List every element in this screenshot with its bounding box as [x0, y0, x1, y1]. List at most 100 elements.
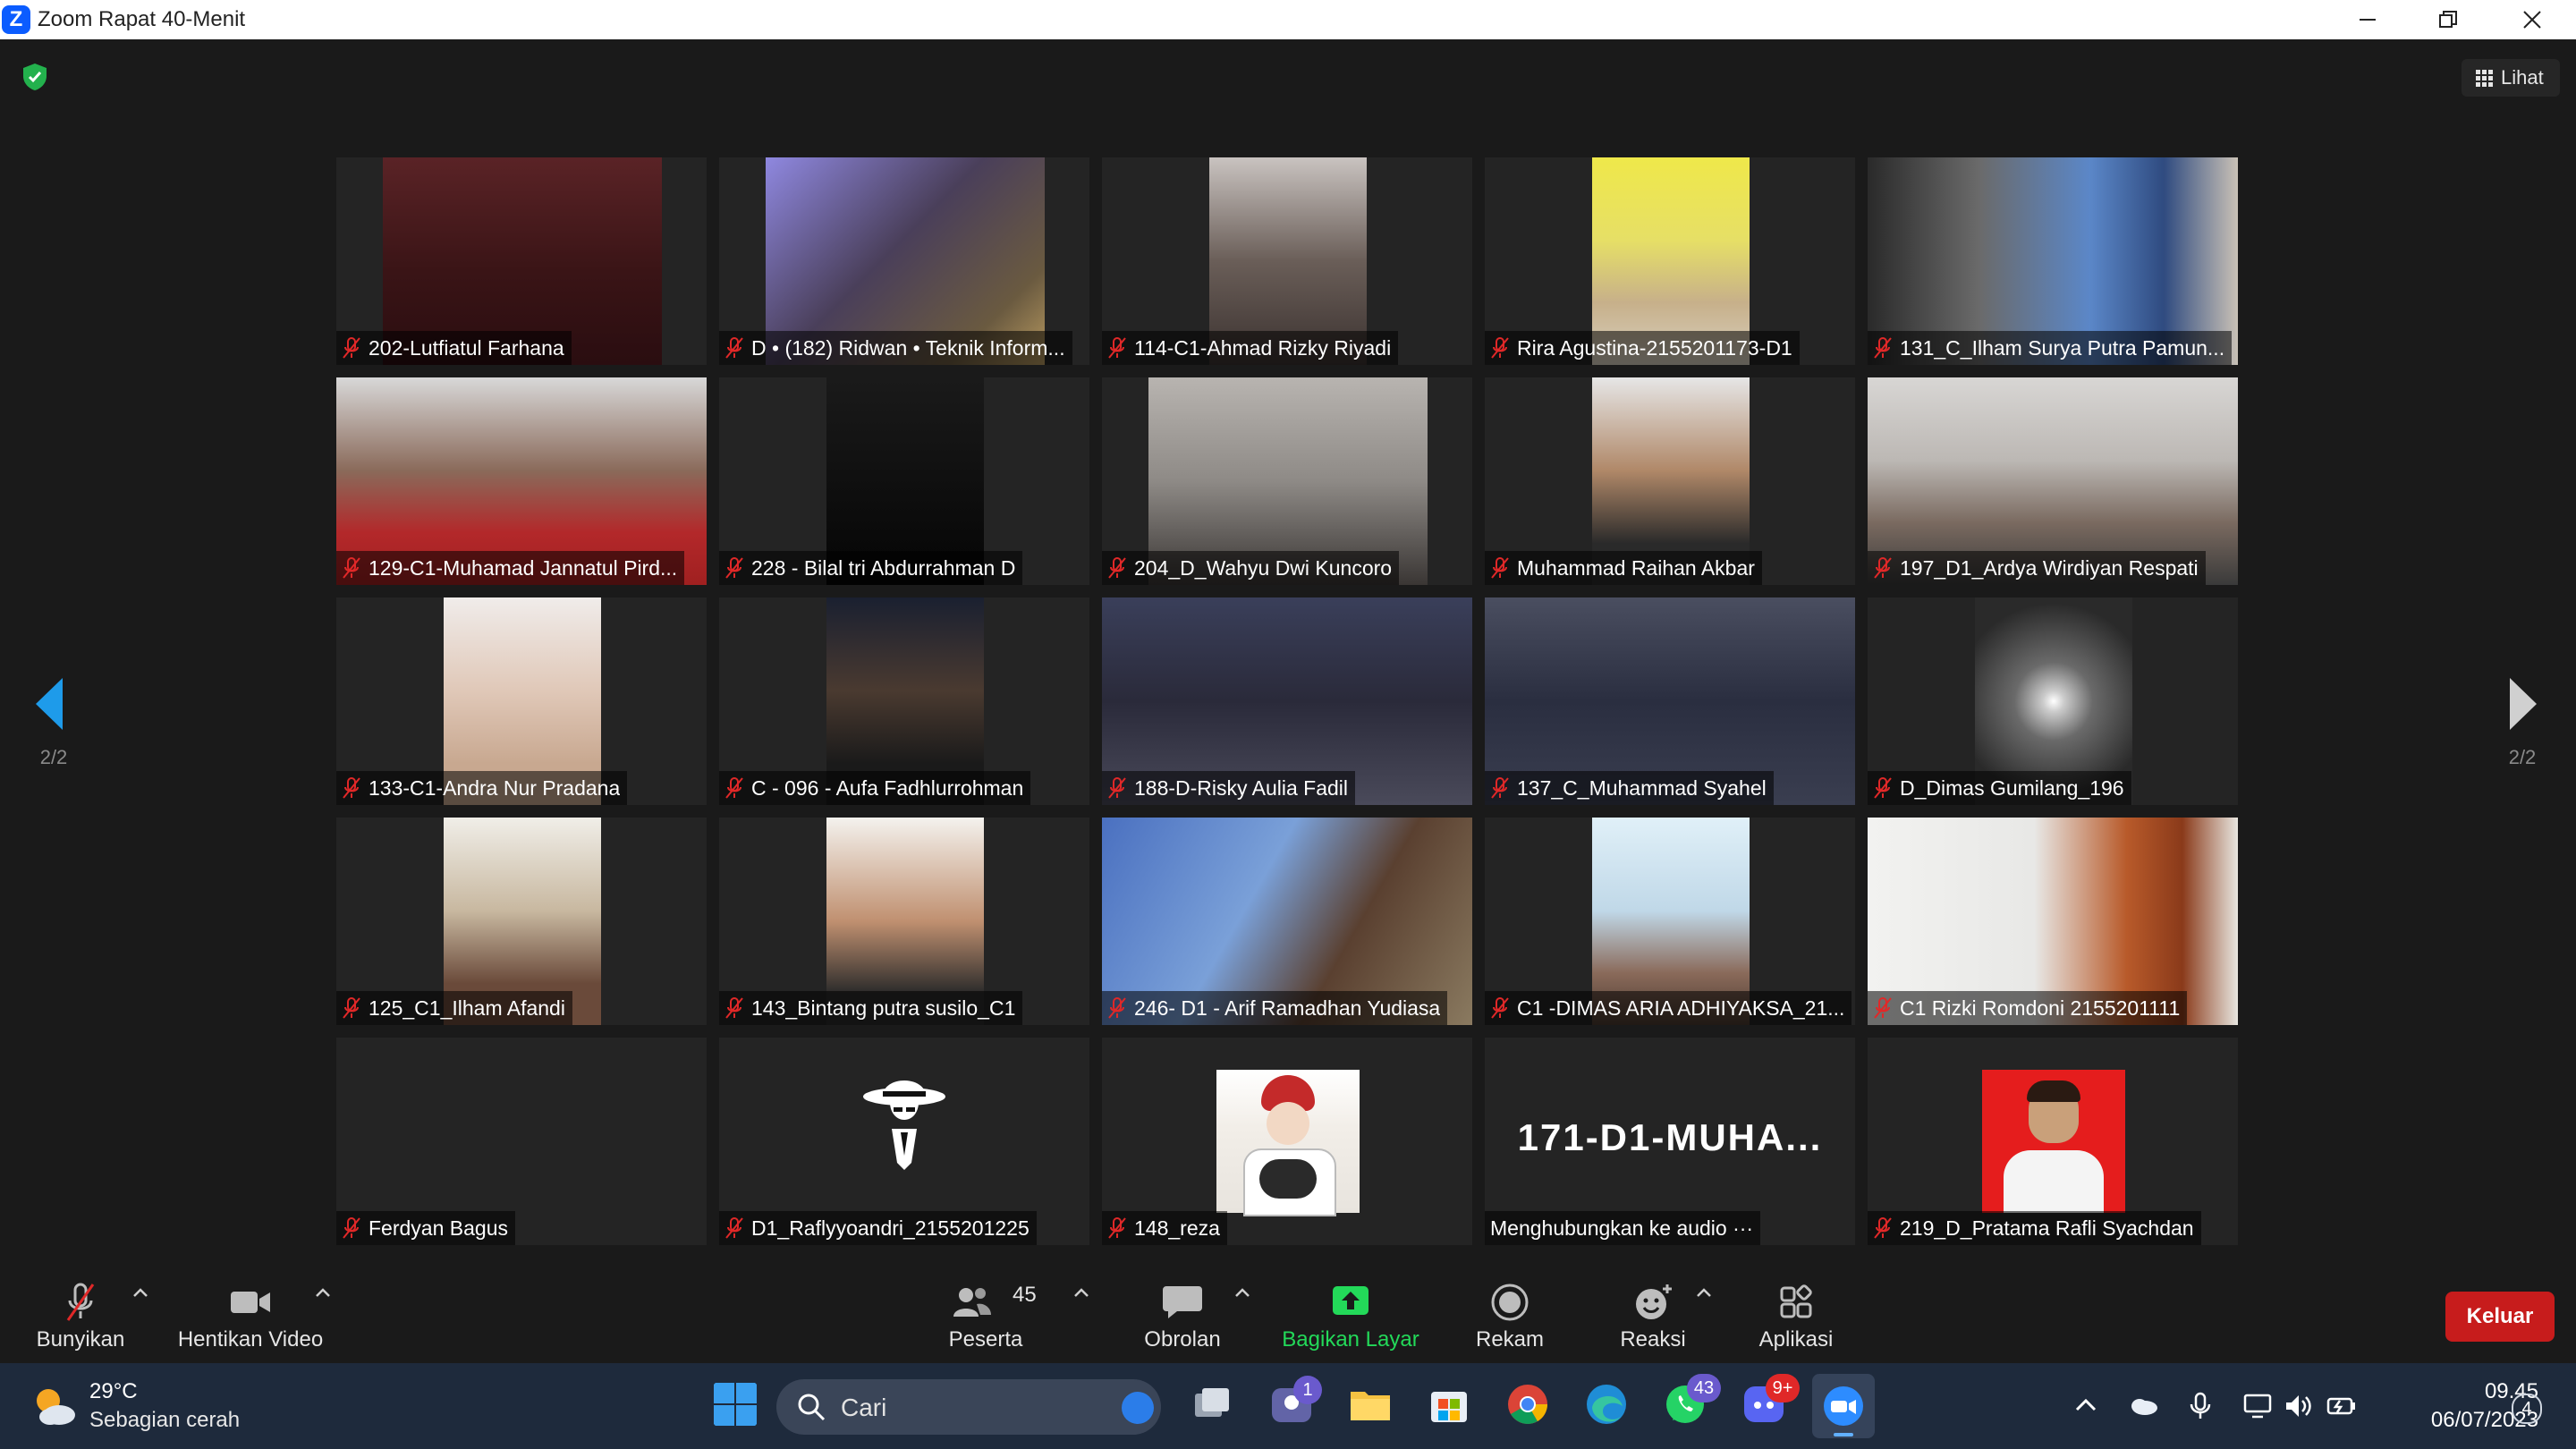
- participant-tile[interactable]: 148_reza: [1102, 1038, 1472, 1245]
- participant-name-bar: D_Dimas Gumilang_196: [1868, 771, 2131, 805]
- participant-name-bar: C1 Rizki Romdoni 2155201111: [1868, 991, 2188, 1025]
- participant-tile[interactable]: 171-D1-MUHA... Menghubungkan ke audio ··…: [1485, 1038, 1855, 1245]
- participant-tile[interactable]: D_Dimas Gumilang_196: [1868, 597, 2238, 805]
- share-screen-label: Bagikan Layar: [1282, 1327, 1419, 1352]
- participants-button[interactable]: 45 Peserta: [930, 1270, 1041, 1363]
- participant-tile[interactable]: D • (182) Ridwan • Teknik Inform...: [719, 157, 1089, 365]
- participant-name-bar: 188-D-Risky Aulia Fadil: [1102, 771, 1356, 805]
- edge-icon[interactable]: [1583, 1381, 1630, 1428]
- encryption-shield-icon[interactable]: [21, 63, 48, 91]
- participant-tile[interactable]: D1_Raflyyoandri_2155201225: [719, 1038, 1089, 1245]
- reactions-label: Reaksi: [1620, 1327, 1686, 1352]
- record-button[interactable]: Rekam: [1458, 1270, 1562, 1363]
- chevron-up-icon: [1235, 1288, 1250, 1297]
- video-options-caret[interactable]: [309, 1270, 336, 1363]
- participant-tile[interactable]: 188-D-Risky Aulia Fadil: [1102, 597, 1472, 805]
- participant-tile[interactable]: 228 - Bilal tri Abdurrahman D: [719, 377, 1089, 585]
- leave-button[interactable]: Keluar: [2445, 1292, 2555, 1342]
- zoom-taskbar-active[interactable]: [1812, 1374, 1875, 1438]
- discord-badge: 9+: [1766, 1374, 1800, 1402]
- chevron-up-icon[interactable]: [2070, 1390, 2102, 1422]
- participant-tile[interactable]: Ferdyan Bagus: [336, 1038, 707, 1245]
- muted-mic-icon: [1874, 777, 1892, 799]
- participant-name: C1 -DIMAS ARIA ADHIYAKSA_21...: [1517, 996, 1845, 1020]
- partly-sunny-icon[interactable]: [29, 1381, 79, 1431]
- participant-name-bar: 125_C1_Ilham Afandi: [336, 991, 572, 1025]
- participant-tile[interactable]: Muhammad Raihan Akbar: [1485, 377, 1855, 585]
- share-screen-button[interactable]: Bagikan Layar: [1268, 1270, 1433, 1363]
- chat-label: Obrolan: [1144, 1327, 1221, 1352]
- participant-name-bar: 143_Bintang putra susilo_C1: [719, 991, 1023, 1025]
- participant-name: Ferdyan Bagus: [369, 1216, 508, 1240]
- apps-button[interactable]: Aplikasi: [1741, 1270, 1852, 1363]
- meeting-toolbar: Bunyikan Hentikan Video 45 Peserta Obrol…: [0, 1270, 2576, 1363]
- participant-name-bar: Menghubungkan ke audio ···: [1485, 1211, 1761, 1245]
- participant-tile[interactable]: 129-C1-Muhamad Jannatul Pird...: [336, 377, 707, 585]
- muted-mic-icon: [1108, 997, 1126, 1019]
- stop-video-button[interactable]: Hentikan Video: [170, 1270, 331, 1363]
- participant-tile[interactable]: 131_C_Ilham Surya Putra Pamun...: [1868, 157, 2238, 365]
- apps-icon: [1780, 1284, 1812, 1318]
- participants-options-caret[interactable]: [1068, 1270, 1095, 1363]
- chat-button[interactable]: Obrolan: [1129, 1270, 1236, 1363]
- previous-page-arrow-icon[interactable]: [32, 673, 68, 735]
- participant-tile[interactable]: 219_D_Pratama Rafli Syachdan: [1868, 1038, 2238, 1245]
- participant-name-bar: 133-C1-Andra Nur Pradana: [336, 771, 628, 805]
- participant-tile[interactable]: 202-Lutfiatul Farhana: [336, 157, 707, 365]
- muted-mic-icon: [343, 557, 360, 579]
- view-button-label: Lihat: [2501, 66, 2544, 89]
- participant-tile[interactable]: C1 Rizki Romdoni 2155201111: [1868, 818, 2238, 1025]
- muted-mic-icon: [1108, 337, 1126, 359]
- minimize-button[interactable]: [2327, 0, 2408, 39]
- participant-tile[interactable]: 197_D1_Ardya Wirdiyan Respati: [1868, 377, 2238, 585]
- microphone-icon[interactable]: [2184, 1390, 2216, 1422]
- windows-start-icon[interactable]: [712, 1381, 758, 1428]
- next-page-arrow-icon[interactable]: [2504, 673, 2540, 735]
- participants-count: 45: [1013, 1283, 1037, 1307]
- chrome-icon[interactable]: [1504, 1381, 1551, 1428]
- participant-tile[interactable]: Rira Agustina-2155201173-D1: [1485, 157, 1855, 365]
- unmute-button[interactable]: Bunyikan: [18, 1270, 143, 1363]
- participant-tile[interactable]: 125_C1_Ilham Afandi: [336, 818, 707, 1025]
- battery-charging-icon[interactable]: [2326, 1390, 2358, 1422]
- participant-tile[interactable]: 204_D_Wahyu Dwi Kuncoro: [1102, 377, 1472, 585]
- audio-options-caret[interactable]: [127, 1270, 154, 1363]
- participant-tile[interactable]: 143_Bintang putra susilo_C1: [719, 818, 1089, 1025]
- participant-tile[interactable]: 114-C1-Ahmad Rizky Riyadi: [1102, 157, 1472, 365]
- participant-tile[interactable]: 137_C_Muhammad Syahel: [1485, 597, 1855, 805]
- window-title: Zoom Rapat 40-Menit: [38, 7, 246, 31]
- participant-name-bar: 148_reza: [1102, 1211, 1227, 1245]
- onedrive-cloud-icon[interactable]: [2127, 1390, 2159, 1422]
- bing-icon[interactable]: [1122, 1392, 1154, 1424]
- muted-mic-icon: [1874, 1217, 1892, 1239]
- participant-tile[interactable]: 133-C1-Andra Nur Pradana: [336, 597, 707, 805]
- restore-button[interactable]: [2408, 0, 2488, 39]
- participant-tile[interactable]: C1 -DIMAS ARIA ADHIYAKSA_21...: [1485, 818, 1855, 1025]
- chat-options-caret[interactable]: [1229, 1270, 1256, 1363]
- view-button[interactable]: Lihat: [2462, 59, 2560, 97]
- reactions-button[interactable]: Reaksi: [1601, 1270, 1705, 1363]
- file-explorer-icon[interactable]: [1347, 1381, 1394, 1428]
- participant-name-bar: 219_D_Pratama Rafli Syachdan: [1868, 1211, 2201, 1245]
- network-icon[interactable]: [2241, 1390, 2274, 1422]
- participant-tile[interactable]: C - 096 - Aufa Fadhlurrohman: [719, 597, 1089, 805]
- close-button[interactable]: [2492, 0, 2572, 39]
- task-view-icon[interactable]: [1190, 1381, 1236, 1428]
- muted-mic-icon: [1108, 557, 1126, 579]
- record-icon: [1491, 1284, 1529, 1321]
- reactions-options-caret[interactable]: [1690, 1270, 1717, 1363]
- participant-name: 202-Lutfiatul Farhana: [369, 335, 564, 360]
- meeting-area: Lihat 2/2 2/2 202-Lutfiatul Farhana D • …: [0, 39, 2576, 1270]
- zoom-icon: [1824, 1386, 1863, 1426]
- participant-name-bar: Muhammad Raihan Akbar: [1485, 551, 1762, 585]
- volume-icon[interactable]: [2283, 1390, 2315, 1422]
- profile-picture: [1216, 1070, 1360, 1216]
- chevron-up-icon: [1697, 1288, 1711, 1297]
- taskbar-search[interactable]: Cari: [776, 1379, 1161, 1435]
- muted-mic-icon: [1491, 997, 1509, 1019]
- microsoft-store-icon[interactable]: [1426, 1381, 1472, 1428]
- notification-count[interactable]: 4: [2512, 1394, 2542, 1424]
- weather-temperature: 29°C: [89, 1379, 138, 1403]
- participant-name: 246- D1 - Arif Ramadhan Yudiasa: [1134, 996, 1441, 1020]
- participant-tile[interactable]: 246- D1 - Arif Ramadhan Yudiasa: [1102, 818, 1472, 1025]
